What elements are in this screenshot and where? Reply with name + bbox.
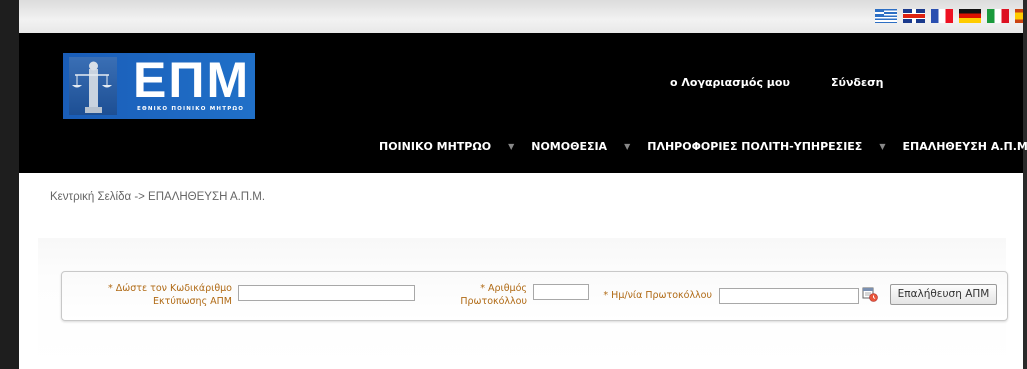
protocol-number-input[interactable]: [533, 284, 589, 300]
protocol-label-line1: * Αριθμός: [480, 283, 527, 294]
justice-statue-icon: [69, 57, 117, 115]
calendar-icon[interactable]: [862, 286, 878, 302]
chevron-down-icon: ▼: [508, 142, 515, 151]
italian-flag-icon[interactable]: [987, 9, 1009, 23]
uk-flag-icon[interactable]: [903, 9, 925, 23]
nav-item-citizen-info[interactable]: ΠΛΗΡΟΦΟΡΙΕΣ ΠΟΛΙΤΗ-ΥΠΗΡΕΣΙΕΣ: [647, 140, 862, 153]
login-link[interactable]: Σύνδεση: [831, 76, 884, 89]
window-frame-left: [0, 0, 19, 369]
german-flag-icon[interactable]: [959, 9, 981, 23]
verification-form: * Δώστε τον Κωδικάριθμο Εκτύπωσης ΑΠΜ * …: [61, 271, 1008, 321]
greek-flag-icon[interactable]: [875, 9, 897, 23]
chevron-down-icon: ▼: [879, 142, 886, 151]
language-flags: [875, 9, 1023, 23]
code-label-line1: * Δώστε τον Κωδικάριθμο: [108, 283, 232, 294]
spanish-flag-icon[interactable]: [1015, 9, 1023, 23]
nav-item-verification[interactable]: ΕΠΑΛΗΘΕΥΣΗ Α.Π.Μ.: [902, 140, 1027, 153]
protocol-number-label: * Αριθμός Πρωτοκόλλου: [442, 282, 527, 308]
logo-text: ΕΠΜ: [133, 52, 251, 108]
french-flag-icon[interactable]: [931, 9, 953, 23]
window-frame-right: [1023, 0, 1027, 369]
logo-subtitle: ΕΘΝΙΚΟ ΠΟΙΝΙΚΟ ΜΗΤΡΩΟ: [137, 106, 245, 112]
protocol-date-input[interactable]: [719, 288, 859, 304]
main-nav: ΠΟΙΝΙΚΟ ΜΗΤΡΩΟ ▼ ΝΟΜΟΘΕΣΙΑ ▼ ΠΛΗΡΟΦΟΡΙΕΣ…: [379, 140, 1027, 153]
code-label: * Δώστε τον Κωδικάριθμο Εκτύπωσης ΑΠΜ: [92, 282, 232, 308]
protocol-date-label: * Ημ/νία Πρωτοκόλλου: [603, 290, 712, 301]
nav-item-criminal-record[interactable]: ΠΟΙΝΙΚΟ ΜΗΤΡΩΟ: [379, 140, 491, 153]
nav-item-legislation[interactable]: ΝΟΜΟΘΕΣΙΑ: [531, 140, 607, 153]
protocol-label-line2: Πρωτοκόλλου: [460, 296, 527, 307]
code-label-line2: Εκτύπωσης ΑΠΜ: [153, 296, 232, 307]
my-account-link[interactable]: ο Λογαριασμός μου: [670, 76, 790, 89]
breadcrumb: Κεντρική Σελίδα -> ΕΠΑΛΗΘΕΥΣΗ Α.Π.Μ.: [50, 191, 266, 203]
chevron-down-icon: ▼: [624, 142, 631, 151]
site-header: ΕΠΜ ΕΘΝΙΚΟ ΠΟΙΝΙΚΟ ΜΗΤΡΩΟ ο Λογαριασμός …: [19, 33, 1027, 173]
language-bar: [19, 0, 1023, 33]
verify-button[interactable]: Επαλήθευση ΑΠΜ: [890, 284, 997, 305]
site-logo[interactable]: ΕΠΜ ΕΘΝΙΚΟ ΠΟΙΝΙΚΟ ΜΗΤΡΩΟ: [63, 53, 255, 119]
print-code-input[interactable]: [238, 285, 415, 301]
